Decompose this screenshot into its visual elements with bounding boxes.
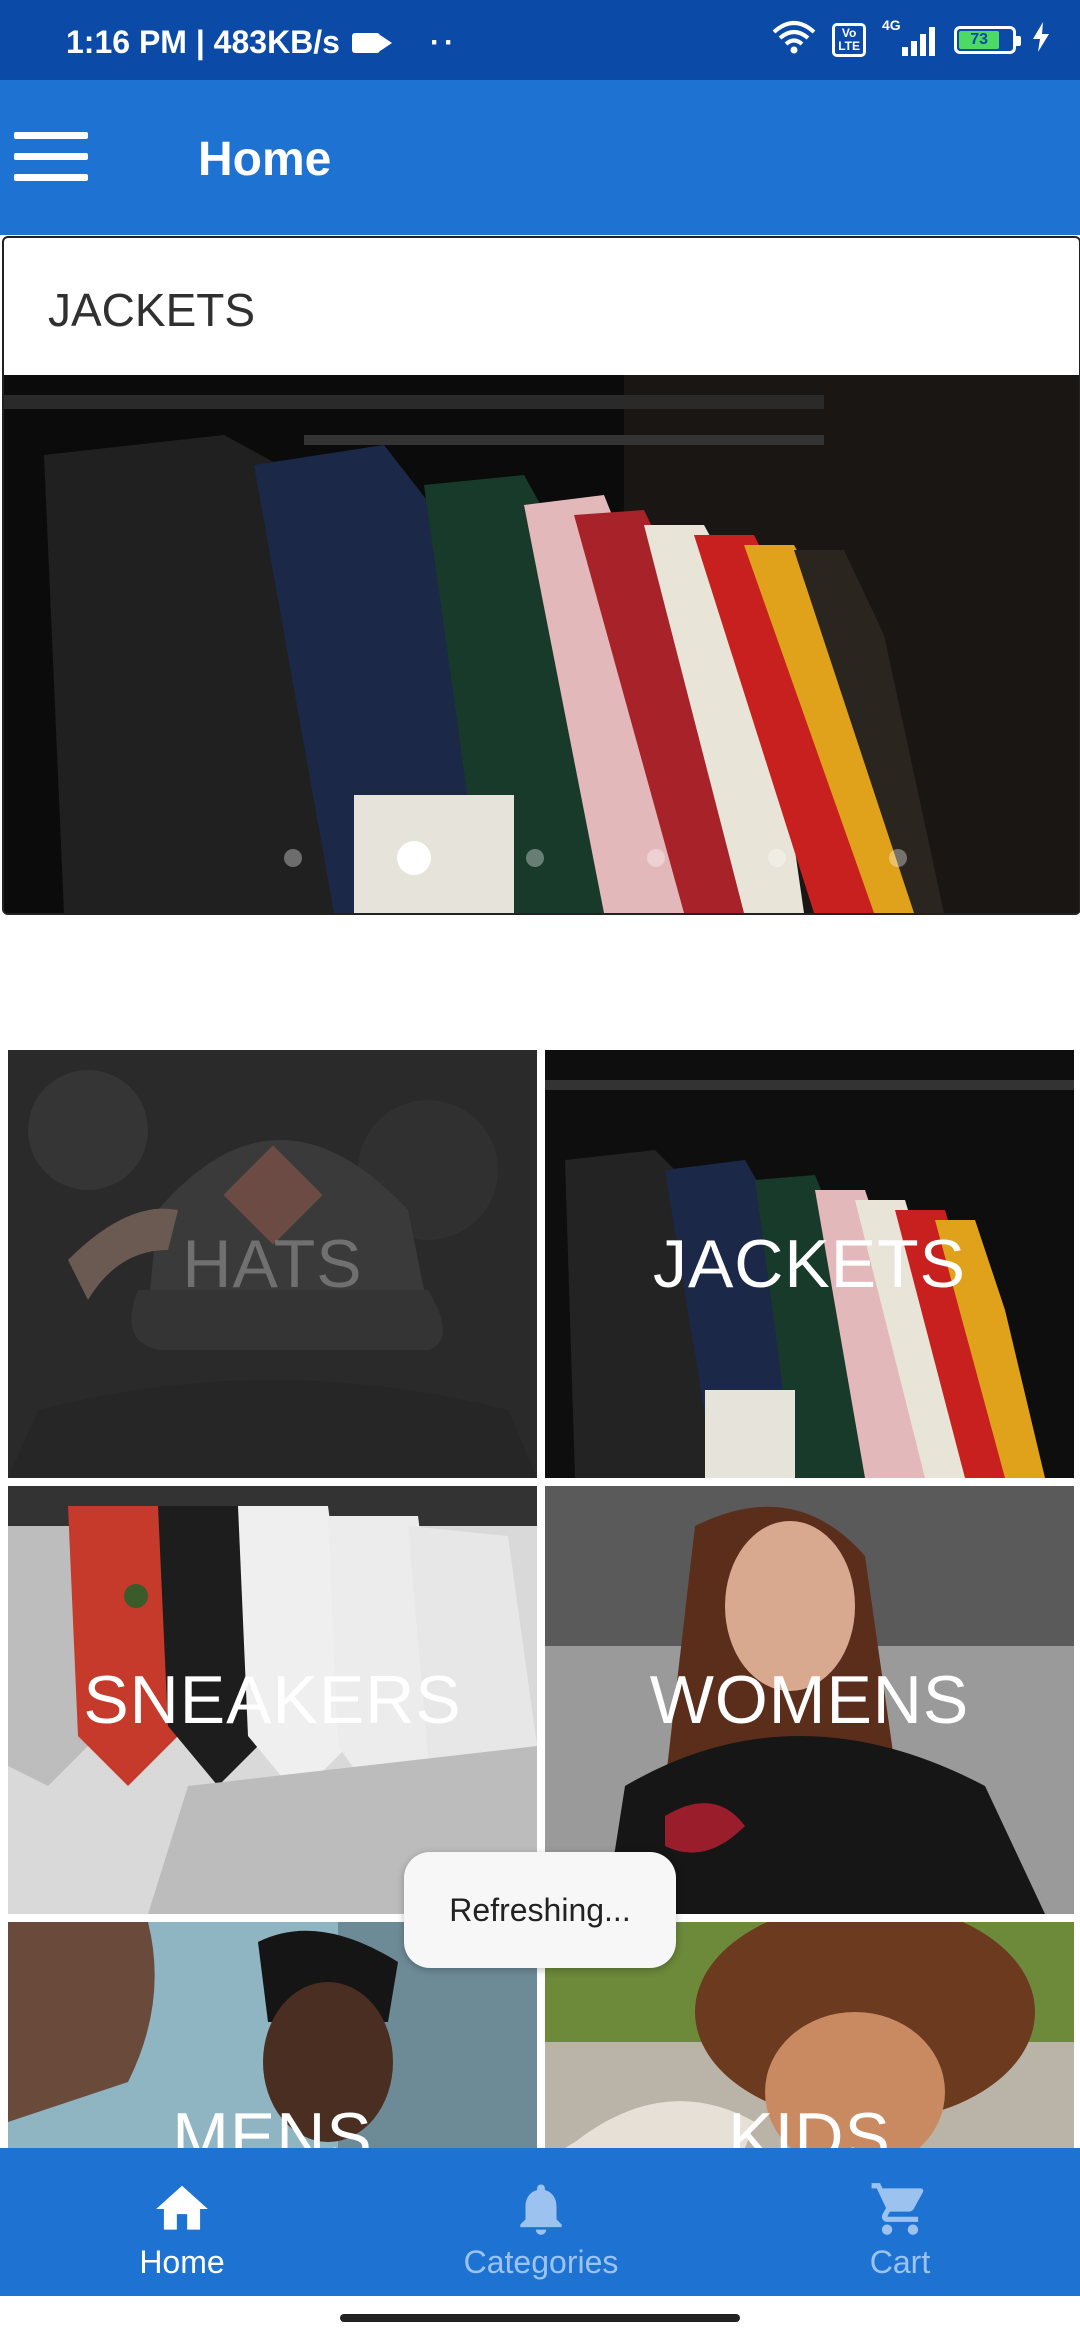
home-icon: [156, 2185, 208, 2230]
carousel-dot[interactable]: [397, 841, 431, 875]
nav-label: Home: [139, 2244, 225, 2280]
featured-card[interactable]: JACKETS: [2, 236, 1080, 915]
app-bar: Home: [0, 80, 1080, 235]
carousel-dot[interactable]: [526, 849, 544, 867]
category-grid: HATS JACKETS SNEAKERS WOMENS MENS KIDS: [8, 1050, 1074, 2150]
battery-icon: 73: [954, 25, 1021, 54]
bottom-nav: Home Categories Cart: [0, 2148, 1080, 2296]
carousel-dot[interactable]: [889, 849, 907, 867]
carousel-dots: [4, 841, 1079, 875]
category-tile-hats[interactable]: HATS: [8, 1050, 537, 1478]
category-tile-sneakers[interactable]: SNEAKERS: [8, 1486, 537, 1914]
status-left: 1:16 PM | 483KB/s ··: [66, 24, 458, 61]
category-tile-womens[interactable]: WOMENS: [545, 1486, 1074, 1914]
page-title: Home: [198, 133, 332, 186]
charging-icon: [1032, 22, 1050, 57]
featured-jackets-image[interactable]: [4, 375, 1079, 913]
nav-label: Cart: [869, 2244, 931, 2280]
carousel-dot[interactable]: [768, 849, 786, 867]
status-bar: 1:16 PM | 483KB/s ·· Vo LTE 4G 73: [0, 0, 1080, 80]
status-time-speed: 1:16 PM | 483KB/s: [66, 24, 340, 60]
carousel-dot[interactable]: [284, 849, 302, 867]
category-label: KIDS: [728, 2099, 891, 2148]
nav-home[interactable]: Home: [72, 2148, 292, 2296]
menu-icon[interactable]: [14, 132, 88, 182]
category-label: MENS: [172, 2099, 373, 2148]
category-label: SNEAKERS: [83, 1662, 462, 1738]
nav-cart[interactable]: Cart: [790, 2148, 1010, 2296]
wifi-icon: [772, 20, 816, 59]
gesture-bar[interactable]: [340, 2314, 740, 2322]
more-dots-icon: ··: [429, 25, 458, 59]
cart-icon: [871, 2183, 924, 2235]
bell-icon: [520, 2184, 562, 2235]
category-label: WOMENS: [649, 1662, 970, 1738]
category-tile-jackets[interactable]: JACKETS: [545, 1050, 1074, 1478]
category-label: HATS: [182, 1226, 363, 1302]
battery-level: 73: [959, 30, 1000, 49]
signal-icon: 4G: [882, 17, 938, 57]
toast-text: Refreshing...: [449, 1891, 631, 1928]
carousel-dot[interactable]: [647, 849, 665, 867]
volte-label: Vo LTE: [838, 25, 860, 53]
featured-header: JACKETS: [4, 238, 1079, 375]
category-label: JACKETS: [652, 1226, 967, 1302]
video-camera-icon: [351, 32, 392, 53]
nav-categories[interactable]: Categories: [431, 2148, 651, 2296]
featured-title: JACKETS: [48, 284, 256, 336]
nav-label: Categories: [463, 2244, 619, 2280]
status-right: Vo LTE 4G 73: [772, 17, 1050, 59]
volte-icon: Vo LTE: [832, 22, 866, 57]
refreshing-toast: Refreshing...: [404, 1852, 676, 1968]
battery-tip: [1016, 35, 1021, 46]
